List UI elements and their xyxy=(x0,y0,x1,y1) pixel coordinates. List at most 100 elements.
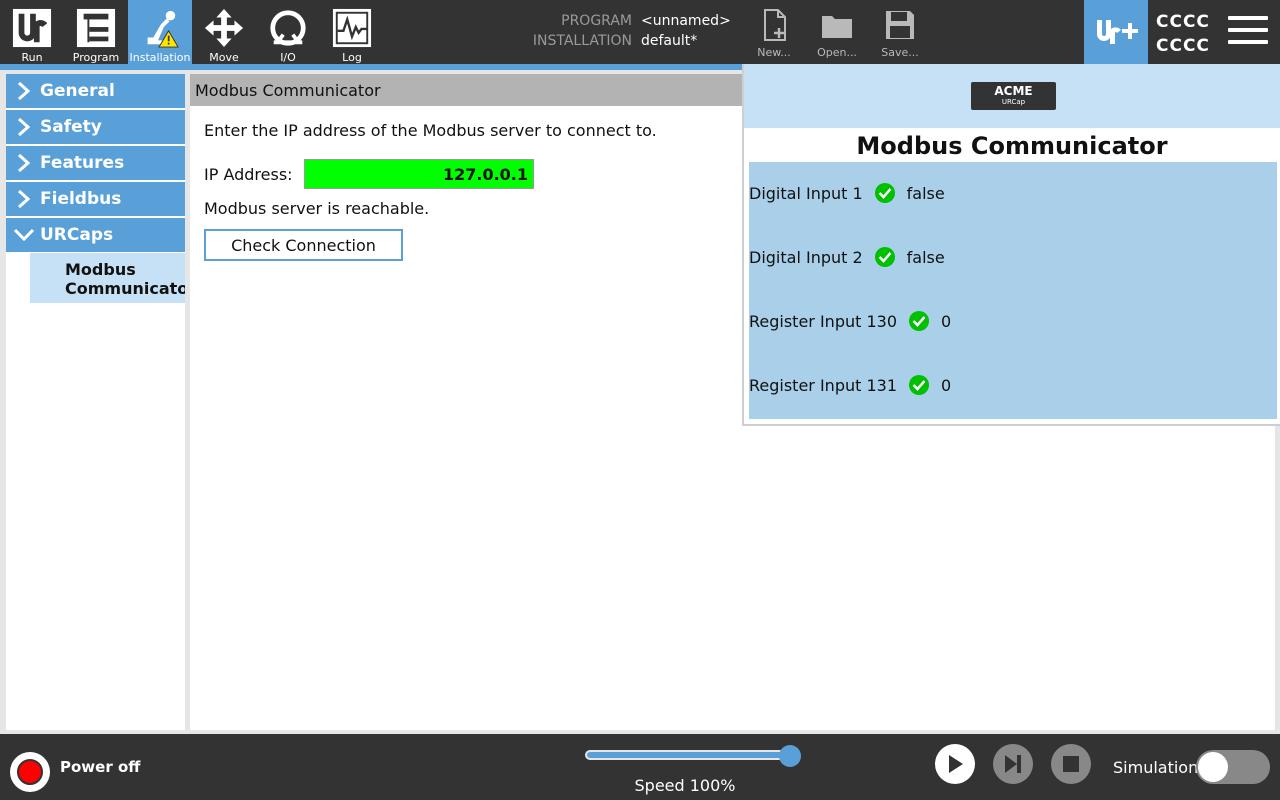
nav-io-button[interactable]: I/O xyxy=(256,0,320,64)
check-circle-icon xyxy=(909,311,930,331)
robot-arm-warning-icon xyxy=(147,10,179,48)
new-file-icon xyxy=(764,9,786,41)
sidebar-sub-label-line1: Modbus xyxy=(65,260,136,279)
register-row: Register Input 131 0 xyxy=(749,373,951,397)
register-value: 0 xyxy=(941,311,952,331)
register-row: Register Input 130 0 xyxy=(749,309,951,333)
sidebar-item-fieldbus[interactable]: Fieldbus xyxy=(6,182,185,216)
speed-slider-handle[interactable] xyxy=(779,745,801,767)
hamburger-menu-icon[interactable] xyxy=(1228,16,1268,48)
top-bar: Run Program Installation Move I/O Log PR… xyxy=(0,0,1280,64)
sidebar-item-label: General xyxy=(40,81,115,101)
sidebar-item-general[interactable]: General xyxy=(6,74,185,108)
register-value: 0 xyxy=(941,375,952,395)
nav-installation-button[interactable]: Installation xyxy=(128,0,192,64)
panel-header: ACME URCap xyxy=(744,64,1280,128)
register-value: false xyxy=(906,183,945,203)
stop-button[interactable] xyxy=(1051,744,1091,784)
acme-logo-text: ACME xyxy=(994,84,1033,98)
open-file-button[interactable]: Open... xyxy=(807,0,867,64)
bottom-bar: Power off Speed 100% Simulation xyxy=(0,734,1280,800)
register-name: Register Input 131 xyxy=(749,375,898,395)
check-circle-icon xyxy=(874,247,895,267)
nav-run-label: Run xyxy=(21,51,43,64)
chevron-right-icon xyxy=(18,189,31,209)
log-graph-icon xyxy=(332,8,372,48)
chevron-right-icon xyxy=(18,81,31,101)
sidebar-item-modbus-communicator[interactable]: Modbus Communicato xyxy=(30,253,185,303)
register-row: Digital Input 2 false xyxy=(749,245,945,269)
play-icon xyxy=(949,755,963,773)
nav-program-label: Program xyxy=(72,51,120,64)
register-list: Digital Input 1 false Digital Input 2 fa… xyxy=(749,162,1277,419)
simulation-label: Simulation xyxy=(1113,758,1199,777)
speed-slider[interactable] xyxy=(585,750,795,760)
nav-program-button[interactable]: Program xyxy=(64,0,128,64)
save-file-button[interactable]: Save... xyxy=(870,0,930,64)
acme-logo: ACME URCap xyxy=(971,82,1056,110)
urcaps-toolbar-button[interactable] xyxy=(1084,0,1148,64)
sidebar-item-features[interactable]: Features xyxy=(6,146,185,180)
connection-status-text: Modbus server is reachable. xyxy=(204,199,430,218)
program-installation-values: <unnamed> default* xyxy=(641,11,731,51)
ur-logo-icon xyxy=(12,8,52,48)
ur-plus-icon xyxy=(1097,20,1138,44)
check-connection-button[interactable]: Check Connection xyxy=(204,229,403,261)
save-file-label: Save... xyxy=(881,46,919,59)
acme-logo-subtext: URCap xyxy=(1001,98,1026,106)
urcap-toolbar-panel: ACME URCap Modbus Communicator Digital I… xyxy=(742,64,1280,426)
program-installation-labels: PROGRAM INSTALLATION xyxy=(520,11,632,51)
program-name: <unnamed> xyxy=(641,13,731,29)
register-name: Digital Input 2 xyxy=(749,247,863,267)
sidebar-item-label: Features xyxy=(40,153,125,173)
step-button[interactable] xyxy=(993,744,1033,784)
nav-log-button[interactable]: Log xyxy=(320,0,384,64)
register-value: false xyxy=(906,247,945,267)
register-row: Digital Input 1 false xyxy=(749,181,945,205)
save-icon xyxy=(886,11,914,39)
ip-address-label: IP Address: xyxy=(204,165,293,184)
nav-move-label: Move xyxy=(209,51,239,64)
sidebar-sub-label-line2: Communicato xyxy=(65,279,185,298)
sidebar-item-urcaps[interactable]: URCaps xyxy=(6,218,185,252)
program-tree-icon xyxy=(76,8,116,48)
nav-move-button[interactable]: Move xyxy=(192,0,256,64)
power-button[interactable] xyxy=(10,752,50,792)
nav-io-label: I/O xyxy=(280,51,296,64)
installation-name: default* xyxy=(641,33,698,49)
new-file-button[interactable]: New... xyxy=(744,0,804,64)
stop-icon xyxy=(1063,756,1079,772)
chevron-right-icon xyxy=(18,153,31,173)
user-badge-line1: CCCC xyxy=(1156,12,1210,32)
speed-label: Speed 100% xyxy=(634,776,736,795)
sidebar-item-label: Safety xyxy=(40,117,102,137)
register-name: Digital Input 1 xyxy=(749,183,863,203)
io-icon xyxy=(270,10,306,46)
sidebar-item-safety[interactable]: Safety xyxy=(6,110,185,144)
play-button[interactable] xyxy=(935,744,975,784)
power-status-icon xyxy=(17,759,43,785)
power-status-label: Power off xyxy=(60,758,141,776)
check-circle-icon xyxy=(874,183,895,203)
open-file-label: Open... xyxy=(817,46,857,59)
user-badge-line2: CCCC xyxy=(1156,36,1210,56)
user-badge: CCCC CCCC xyxy=(1156,10,1210,58)
toggle-knob xyxy=(1198,752,1228,782)
program-label: PROGRAM xyxy=(561,13,632,29)
nav-installation-label: Installation xyxy=(129,51,191,64)
register-name: Register Input 130 xyxy=(749,311,898,331)
ip-address-field[interactable] xyxy=(304,159,534,189)
panel-title: Modbus Communicator xyxy=(856,132,1168,160)
sidebar-item-label: URCaps xyxy=(40,225,114,245)
new-file-label: New... xyxy=(757,46,791,59)
installation-sidebar: General Safety Features Fieldbus URCaps … xyxy=(6,74,185,730)
nav-run-button[interactable]: Run xyxy=(0,0,64,64)
ip-instruction-text: Enter the IP address of the Modbus serve… xyxy=(204,121,657,140)
chevron-down-icon xyxy=(14,228,34,242)
chevron-right-icon xyxy=(18,117,31,137)
move-arrows-icon xyxy=(204,8,244,48)
folder-icon xyxy=(822,16,852,38)
simulation-toggle[interactable] xyxy=(1196,750,1270,784)
nav-log-label: Log xyxy=(342,51,362,64)
installation-label: INSTALLATION xyxy=(532,33,632,49)
